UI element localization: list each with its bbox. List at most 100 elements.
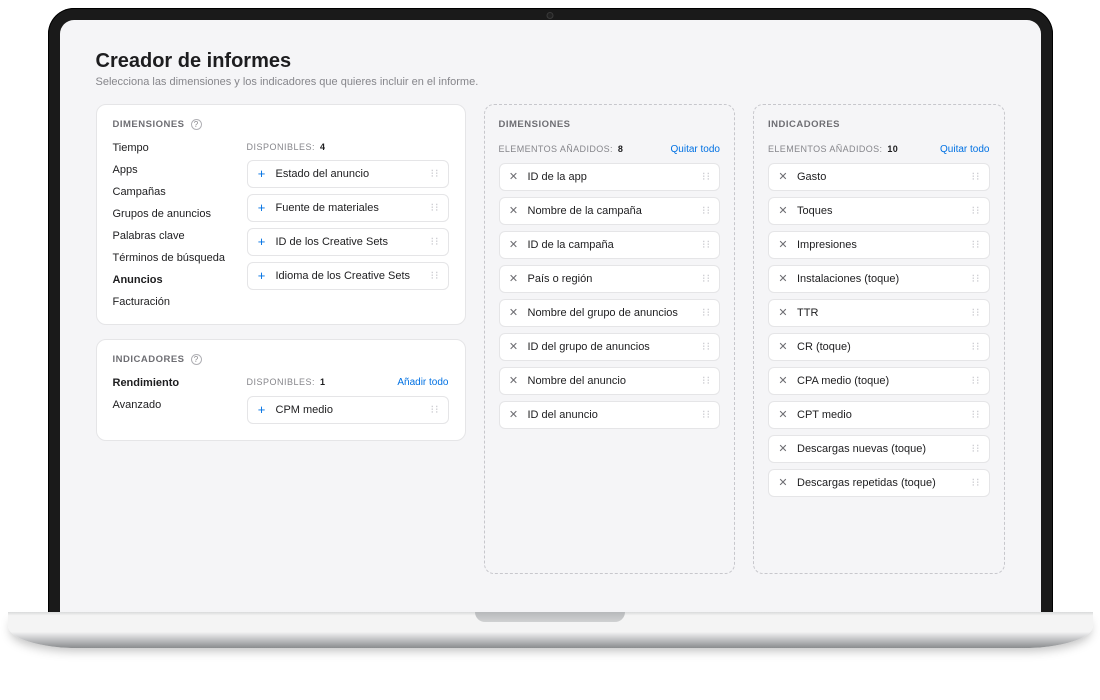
dimensions-tab[interactable]: Grupos de anuncios [113, 208, 231, 220]
plus-icon[interactable]: + [256, 405, 268, 415]
available-item[interactable]: +Fuente de materiales⁝⁝ [247, 194, 449, 222]
drag-handle-icon[interactable]: ⁝⁝ [431, 408, 440, 412]
selected-item[interactable]: ✕CR (toque)⁝⁝ [768, 333, 990, 361]
add-all-link[interactable]: Añadir todo [397, 377, 448, 388]
available-header: DISPONIBLES: 1 Añadir todo [247, 377, 449, 388]
selected-item[interactable]: ✕Impresiones⁝⁝ [768, 231, 990, 259]
drag-handle-icon[interactable]: ⁝⁝ [431, 172, 440, 176]
plus-icon[interactable]: + [256, 203, 268, 213]
close-icon[interactable]: ✕ [777, 240, 789, 250]
laptop-base [8, 612, 1093, 648]
dimensions-tab[interactable]: Anuncios [113, 274, 231, 286]
close-icon[interactable]: ✕ [508, 376, 520, 386]
drag-handle-icon[interactable]: ⁝⁝ [702, 243, 711, 247]
close-icon[interactable]: ✕ [508, 342, 520, 352]
close-icon[interactable]: ✕ [508, 308, 520, 318]
dimensions-tab[interactable]: Apps [113, 164, 231, 176]
indicators-tab[interactable]: Avanzado [113, 399, 231, 411]
help-icon[interactable]: ? [191, 354, 202, 365]
added-header: ELEMENTOS AÑADIDOS: 10 Quitar todo [768, 144, 990, 155]
indicators-tab[interactable]: Rendimiento [113, 377, 231, 389]
selected-item[interactable]: ✕TTR⁝⁝ [768, 299, 990, 327]
drag-handle-icon[interactable]: ⁝⁝ [702, 311, 711, 315]
drag-handle-icon[interactable]: ⁝⁝ [702, 345, 711, 349]
close-icon[interactable]: ✕ [777, 444, 789, 454]
help-icon[interactable]: ? [191, 119, 202, 130]
drag-handle-icon[interactable]: ⁝⁝ [431, 206, 440, 210]
drag-handle-icon[interactable]: ⁝⁝ [431, 240, 440, 244]
selected-item[interactable]: ✕Instalaciones (toque)⁝⁝ [768, 265, 990, 293]
dimensions-tab[interactable]: Facturación [113, 296, 231, 308]
drag-handle-icon[interactable]: ⁝⁝ [972, 345, 981, 349]
selected-item[interactable]: ✕ Descargas nuevas (toque) ⁝⁝ [768, 435, 990, 463]
plus-icon[interactable]: + [256, 271, 268, 281]
close-icon[interactable]: ✕ [777, 308, 789, 318]
available-item[interactable]: +Estado del anuncio⁝⁝ [247, 160, 449, 188]
indicators-available-column: DISPONIBLES: 1 Añadir todo +CPM medio⁝⁝ [247, 377, 449, 424]
close-icon[interactable]: ✕ [777, 206, 789, 216]
close-icon[interactable]: ✕ [777, 478, 789, 488]
close-icon[interactable]: ✕ [508, 274, 520, 284]
indicators-source-panel: INDICADORES ? RendimientoAvanzado DISPON… [96, 339, 466, 441]
selected-item[interactable]: ✕Nombre de la campaña⁝⁝ [499, 197, 721, 225]
plus-icon[interactable]: + [256, 237, 268, 247]
chip-label: ID de los Creative Sets [276, 236, 423, 248]
drag-handle-icon[interactable]: ⁝⁝ [972, 447, 981, 451]
screen: Creador de informes Selecciona las dimen… [60, 20, 1041, 613]
remove-all-link[interactable]: Quitar todo [940, 144, 989, 155]
drag-handle-icon[interactable]: ⁝⁝ [431, 274, 440, 278]
plus-icon[interactable]: + [256, 169, 268, 179]
close-icon[interactable]: ✕ [777, 410, 789, 420]
close-icon[interactable]: ✕ [508, 206, 520, 216]
selected-item[interactable]: ✕CPA medio (toque)⁝⁝ [768, 367, 990, 395]
drag-handle-icon[interactable]: ⁝⁝ [702, 413, 711, 417]
dimensions-tab[interactable]: Tiempo [113, 142, 231, 154]
selected-item[interactable]: ✕ID de la campaña⁝⁝ [499, 231, 721, 259]
selected-item[interactable]: ✕ID del anuncio⁝⁝ [499, 401, 721, 429]
selected-item[interactable]: ✕ID de la app⁝⁝ [499, 163, 721, 191]
selected-item[interactable]: ✕Toques⁝⁝ [768, 197, 990, 225]
chip-label: ID del grupo de anuncios [528, 341, 695, 353]
drag-handle-icon[interactable]: ⁝⁝ [702, 379, 711, 383]
selected-item[interactable]: ✕Nombre del anuncio⁝⁝ [499, 367, 721, 395]
close-icon[interactable]: ✕ [777, 274, 789, 284]
drag-handle-icon[interactable]: ⁝⁝ [972, 311, 981, 315]
close-icon[interactable]: ✕ [508, 410, 520, 420]
available-label: DISPONIBLES: 1 [247, 377, 326, 387]
close-icon[interactable]: ✕ [777, 172, 789, 182]
selected-item[interactable]: ✕Nombre del grupo de anuncios⁝⁝ [499, 299, 721, 327]
drag-handle-icon[interactable]: ⁝⁝ [972, 243, 981, 247]
drag-handle-icon[interactable]: ⁝⁝ [972, 413, 981, 417]
selected-item[interactable]: ✕Gasto⁝⁝ [768, 163, 990, 191]
drag-handle-icon[interactable]: ⁝⁝ [972, 209, 981, 213]
close-icon[interactable]: ✕ [777, 376, 789, 386]
available-header: DISPONIBLES: 4 [247, 142, 449, 152]
selected-item[interactable]: ✕ ID del grupo de anuncios ⁝⁝ [499, 333, 721, 361]
dimensions-tab[interactable]: Palabras clave [113, 230, 231, 242]
dimensions-drop-panel[interactable]: DIMENSIONES ELEMENTOS AÑADIDOS: 8 Quitar… [484, 104, 736, 574]
report-builder-app: Creador de informes Selecciona las dimen… [60, 20, 1041, 613]
close-icon[interactable]: ✕ [508, 172, 520, 182]
drag-handle-icon[interactable]: ⁝⁝ [702, 209, 711, 213]
close-icon[interactable]: ✕ [777, 342, 789, 352]
available-item[interactable]: +Idioma de los Creative Sets⁝⁝ [247, 262, 449, 290]
drag-handle-icon[interactable]: ⁝⁝ [702, 175, 711, 179]
available-item[interactable]: +CPM medio⁝⁝ [247, 396, 449, 424]
drag-handle-icon[interactable]: ⁝⁝ [972, 379, 981, 383]
remove-all-link[interactable]: Quitar todo [671, 144, 720, 155]
available-item[interactable]: + ID de los Creative Sets ⁝⁝ [247, 228, 449, 256]
selected-item[interactable]: ✕País o región⁝⁝ [499, 265, 721, 293]
selected-item[interactable]: ✕CPT medio⁝⁝ [768, 401, 990, 429]
drag-handle-icon[interactable]: ⁝⁝ [972, 277, 981, 281]
chip-label: Descargas nuevas (toque) [797, 443, 964, 455]
drag-handle-icon[interactable]: ⁝⁝ [972, 175, 981, 179]
indicators-drop-panel[interactable]: INDICADORES ELEMENTOS AÑADIDOS: 10 Quita… [753, 104, 1005, 574]
dimensions-tab[interactable]: Campañas [113, 186, 231, 198]
drop-zones: DIMENSIONES ELEMENTOS AÑADIDOS: 8 Quitar… [484, 104, 1005, 574]
close-icon[interactable]: ✕ [508, 240, 520, 250]
camera-dot [548, 13, 553, 18]
drag-handle-icon[interactable]: ⁝⁝ [972, 481, 981, 485]
drag-handle-icon[interactable]: ⁝⁝ [702, 277, 711, 281]
dimensions-tab[interactable]: Términos de búsqueda [113, 252, 231, 264]
selected-item[interactable]: ✕Descargas repetidas (toque)⁝⁝ [768, 469, 990, 497]
